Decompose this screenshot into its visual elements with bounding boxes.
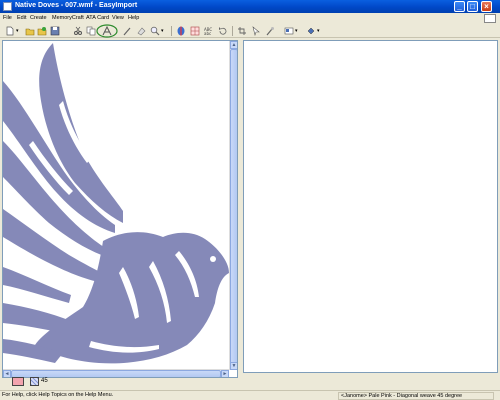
- maximize-button[interactable]: □: [467, 1, 478, 12]
- dove-image: [3, 43, 229, 364]
- fill-dropdown-icon[interactable]: ▾: [317, 28, 320, 34]
- menu-file[interactable]: File: [3, 15, 12, 21]
- scroll-up-button[interactable]: ▲: [230, 41, 237, 49]
- image-icon[interactable]: [284, 26, 294, 36]
- pointer-icon[interactable]: [251, 26, 261, 36]
- status-thread-info: <Janome> Pale Pink - Diagonal weave 45 d…: [338, 392, 494, 400]
- fill-icon[interactable]: [306, 26, 316, 36]
- scroll-down-button[interactable]: ▼: [230, 362, 237, 370]
- copy-icon[interactable]: [86, 26, 96, 36]
- open-folder-green-icon[interactable]: [37, 26, 47, 36]
- magic-wand-icon[interactable]: [265, 26, 275, 36]
- title-bar[interactable]: Native Doves - 007.wmf - EasyImport _ □ …: [0, 0, 500, 13]
- zoom-dropdown-icon[interactable]: ▾: [161, 28, 164, 34]
- cut-icon[interactable]: [73, 26, 83, 36]
- zoom-icon[interactable]: [150, 26, 160, 36]
- menu-ata-card[interactable]: ATA Card: [86, 15, 109, 21]
- window-title: Native Doves - 007.wmf - EasyImport: [15, 2, 138, 9]
- palette-icon[interactable]: [190, 26, 200, 36]
- menu-bar: File Edit Create MemoryCraft ATA Card Vi…: [0, 14, 500, 23]
- pen-icon[interactable]: [122, 26, 132, 36]
- image-preview-pane[interactable]: ▲ ▼ ◄ ►: [2, 40, 238, 378]
- rotate-icon[interactable]: [218, 26, 228, 36]
- document-icon[interactable]: [484, 14, 496, 23]
- options-bar: [0, 375, 500, 389]
- new-dropdown-icon[interactable]: ▾: [16, 28, 19, 34]
- toolbar-separator: [232, 26, 233, 36]
- toolbar: ▾ ▾ ABC abc ▾ ▾: [0, 24, 500, 38]
- menu-edit[interactable]: Edit: [17, 15, 26, 21]
- save-icon[interactable]: [50, 26, 60, 36]
- menu-create[interactable]: Create: [30, 15, 47, 21]
- fill-color-swatch[interactable]: [12, 377, 24, 386]
- status-help-text: For Help, click Help Topics on the Help …: [2, 392, 114, 398]
- open-folder-icon[interactable]: [25, 26, 35, 36]
- image-dropdown-icon[interactable]: ▾: [295, 28, 298, 34]
- weave-pattern-swatch[interactable]: [30, 377, 39, 386]
- new-file-icon[interactable]: [5, 26, 15, 36]
- vertical-scrollbar[interactable]: ▲ ▼: [229, 41, 237, 370]
- menu-view[interactable]: View: [112, 15, 124, 21]
- application-window: Native Doves - 007.wmf - EasyImport _ □ …: [0, 0, 500, 400]
- menu-help[interactable]: Help: [128, 15, 139, 21]
- pane-splitter[interactable]: [239, 40, 242, 378]
- eraser-icon[interactable]: [136, 26, 146, 36]
- color-wheel-icon[interactable]: [176, 26, 186, 36]
- svg-text:abc: abc: [204, 31, 211, 36]
- output-preview-pane[interactable]: [243, 40, 498, 373]
- vertical-scroll-thumb[interactable]: [230, 49, 237, 364]
- weave-angle-value: 45: [41, 378, 48, 384]
- abc-text-icon[interactable]: ABCabc: [204, 26, 214, 36]
- status-bar: For Help, click Help Topics on the Help …: [0, 390, 500, 400]
- toolbar-separator: [171, 26, 172, 36]
- auto-digitize-icon[interactable]: [96, 24, 118, 38]
- crop-icon[interactable]: [237, 26, 247, 36]
- menu-memorycraft[interactable]: MemoryCraft: [52, 15, 84, 21]
- close-button[interactable]: ×: [481, 1, 492, 12]
- minimize-button[interactable]: _: [454, 1, 465, 12]
- app-icon: [3, 2, 12, 11]
